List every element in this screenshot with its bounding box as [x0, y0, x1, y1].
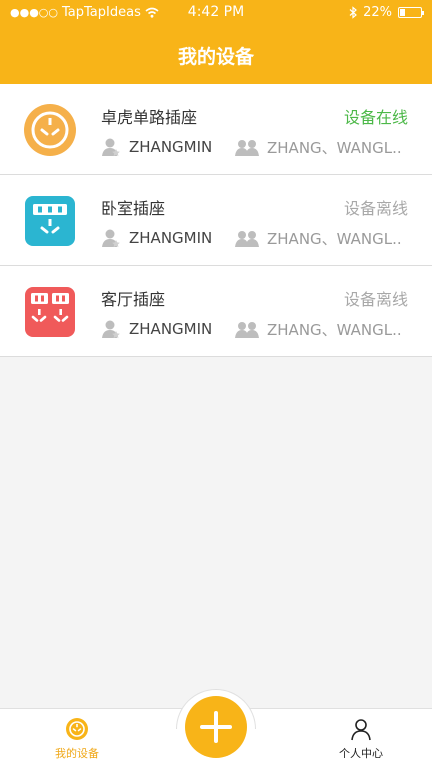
owner-icon	[102, 320, 120, 339]
group-icon	[235, 321, 259, 338]
group-icon	[235, 230, 259, 247]
tab-my-devices-label: 我的设备	[55, 747, 99, 760]
add-device-button[interactable]	[185, 696, 247, 758]
owner-name: ZHANGMIN	[129, 229, 213, 247]
tab-bar: 我的设备 个人中心	[0, 689, 432, 768]
device-status: 设备离线	[343, 290, 408, 309]
device-shared-users: ZHANG、WANGL..	[235, 137, 402, 158]
battery-percent: 22%	[363, 5, 392, 20]
shared-users: ZHANG、WANGL..	[267, 321, 402, 339]
tab-profile-label: 个人中心	[339, 747, 383, 760]
device-shared-users: ZHANG、WANGL..	[235, 228, 402, 249]
device-status: 设备离线	[343, 199, 408, 218]
device-owner: ZHANGMIN	[101, 137, 212, 157]
owner-icon	[102, 229, 120, 248]
display-socket-icon	[25, 196, 75, 246]
device-shared-users: ZHANG、WANGL..	[235, 319, 402, 340]
page-title: 我的设备	[177, 46, 254, 68]
device-list: 卓虎单路插座 设备在线 ZHANGMIN ZHANG、WANGL.. 卧室插座 …	[0, 84, 432, 357]
device-name: 客厅插座	[101, 290, 166, 309]
owner-name: ZHANGMIN	[129, 138, 213, 156]
group-icon	[235, 139, 259, 156]
device-owner: ZHANGMIN	[101, 319, 212, 339]
double-socket-icon	[25, 287, 75, 337]
tab-profile[interactable]: 个人中心	[330, 717, 392, 761]
owner-icon	[102, 138, 120, 157]
tab-my-devices[interactable]: 我的设备	[46, 717, 108, 761]
round-socket-icon	[24, 104, 76, 156]
device-name: 卓虎单路插座	[101, 108, 198, 127]
shared-users: ZHANG、WANGL..	[267, 230, 402, 248]
socket-tab-icon	[66, 718, 88, 740]
device-name: 卧室插座	[101, 199, 166, 218]
device-row[interactable]: 客厅插座 设备离线 ZHANGMIN ZHANG、WANGL..	[0, 266, 432, 357]
device-owner: ZHANGMIN	[101, 228, 212, 248]
device-row[interactable]: 卓虎单路插座 设备在线 ZHANGMIN ZHANG、WANGL..	[0, 84, 432, 175]
shared-users: ZHANG、WANGL..	[267, 139, 402, 157]
app-header: ●●●○○ TapTapIdeas 4:42 PM 22% 我的设备	[0, 0, 432, 84]
bluetooth-icon	[349, 6, 358, 19]
device-row[interactable]: 卧室插座 设备离线 ZHANGMIN ZHANG、WANGL..	[0, 175, 432, 266]
device-status: 设备在线	[343, 108, 408, 127]
battery-icon	[398, 7, 424, 18]
owner-name: ZHANGMIN	[129, 320, 213, 338]
person-tab-icon	[351, 719, 371, 741]
status-bar: ●●●○○ TapTapIdeas 4:42 PM 22%	[0, 0, 432, 26]
